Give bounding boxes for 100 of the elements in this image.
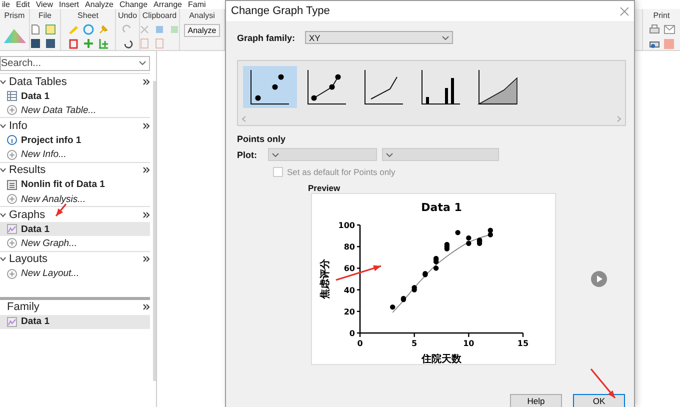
section-header[interactable]: Results [9, 164, 140, 176]
data-point [390, 304, 396, 310]
section-header[interactable]: Info [9, 120, 140, 132]
menu-item[interactable]: Edit [16, 0, 30, 9]
results-sheet-icon [7, 180, 17, 190]
ribbon-group-label: Sheet [78, 11, 98, 21]
x-tick-label: 0 [357, 339, 363, 348]
prism-logo-icon[interactable] [4, 27, 26, 43]
navigator-item[interactable]: Data 1 [0, 314, 150, 329]
checkbox-label: Set as default for Points only [287, 167, 396, 177]
menu-item[interactable]: Insert [59, 0, 80, 9]
menu-item[interactable]: View [36, 0, 54, 9]
plus-circle-icon [7, 150, 17, 160]
navigator-item[interactable]: New Analysis... [0, 192, 150, 206]
chevron-icon[interactable] [0, 122, 6, 129]
plus-circle-icon [7, 105, 17, 116]
menu-item[interactable]: Analyze [85, 0, 114, 9]
caret-icon [272, 152, 279, 156]
dialog-title: Change Graph Type [231, 5, 330, 17]
scroll-right-icon[interactable] [617, 116, 621, 122]
section-header[interactable]: Layouts [9, 253, 140, 265]
scatter-plot-icon [249, 68, 291, 106]
chevron-icon[interactable] [0, 167, 6, 174]
section-header[interactable]: Data Tables [9, 76, 140, 88]
plus-circle-icon [7, 238, 17, 248]
ribbon-group-label: Clipboard [142, 11, 177, 21]
analyze-button[interactable]: Analyze [184, 24, 220, 37]
new-file-icon[interactable] [30, 24, 41, 35]
mail-icon[interactable] [664, 25, 674, 34]
dialog-button[interactable]: Help [510, 394, 562, 407]
navigator-item[interactable]: New Info... [0, 148, 150, 162]
section-header[interactable]: Graphs [9, 208, 140, 221]
preview-label: Preview [308, 183, 342, 193]
menu-item[interactable]: Fami [188, 0, 206, 9]
annotation-arrow [336, 265, 382, 281]
area-chart-icon [477, 68, 519, 106]
annotation-arrow [55, 203, 67, 217]
x-tick-label: 10 [463, 339, 474, 348]
section-header[interactable]: Family [7, 301, 140, 314]
add-column-icon[interactable] [98, 38, 108, 49]
pin-icon[interactable] [98, 24, 108, 35]
line-with-points-icon [306, 68, 348, 106]
play-icon[interactable] [591, 271, 607, 287]
menu-item[interactable]: Arrange [154, 0, 182, 9]
double-chevron-icon[interactable] [143, 304, 150, 310]
scroll-left-icon[interactable] [242, 116, 246, 122]
field-label: Plot: [237, 150, 258, 160]
y-tick-label: 20 [344, 307, 355, 316]
y-tick-label: 80 [344, 242, 355, 252]
navigator-item[interactable]: Project info 1 [0, 133, 150, 148]
trash-icon[interactable] [68, 38, 78, 49]
ribbon-group-label: Prism [4, 11, 25, 21]
subtype-title: Points only [237, 134, 286, 144]
x-tick-label: 5 [412, 339, 418, 348]
chart-title: Data 1 [421, 201, 462, 214]
plus-circle-icon [7, 268, 17, 279]
scrollbar[interactable] [153, 81, 156, 381]
navigator-item[interactable]: New Layout... [0, 266, 150, 281]
y-tick-label: 60 [344, 264, 355, 274]
ribbon-group-label: Undo [118, 11, 138, 21]
navigator-item[interactable]: New Data Table... [0, 103, 150, 118]
ribbon-group-label: Print [653, 11, 670, 21]
graph-family-dropdown[interactable]: XY [305, 31, 454, 44]
menu-item[interactable]: ile [2, 0, 10, 9]
chevron-icon[interactable] [0, 212, 6, 218]
y-tick-label: 0 [349, 329, 355, 338]
search-field[interactable]: Search... [0, 56, 150, 71]
dialog-button[interactable]: OK [573, 394, 625, 407]
ribbon-group-label: Analysi [189, 11, 215, 21]
chevron-icon[interactable] [0, 78, 6, 84]
caret-icon [139, 61, 146, 65]
x-tick-label: 15 [517, 339, 529, 348]
undo-icon[interactable] [122, 38, 133, 49]
caret-icon [442, 36, 450, 40]
double-chevron-icon[interactable] [143, 256, 150, 262]
navigator-item[interactable]: Data 1 [0, 89, 150, 104]
graph-type-option[interactable] [243, 66, 297, 108]
menu-item[interactable]: Change [120, 0, 148, 9]
y-tick-label: 40 [344, 286, 355, 295]
y-tick-label: 100 [338, 221, 355, 230]
annotation-arrow [590, 368, 616, 399]
double-chevron-icon[interactable] [143, 167, 150, 174]
graph-icon [7, 224, 17, 234]
plus-icon[interactable] [82, 38, 94, 49]
table-icon [7, 91, 17, 102]
info-icon [7, 135, 17, 146]
double-chevron-icon[interactable] [143, 78, 150, 84]
navigator-item[interactable]: New Graph... [0, 236, 150, 250]
bar-chart-icon [420, 68, 462, 106]
double-chevron-icon[interactable] [143, 212, 150, 218]
field-label: Graph family: [237, 32, 296, 42]
graph-icon [7, 316, 17, 327]
navigator-item[interactable]: Nonlin fit of Data 1 [0, 178, 150, 192]
navigator-item[interactable]: Data 1 [0, 222, 150, 236]
x-axis-label: 住院天数 [422, 354, 462, 364]
chevron-icon[interactable] [0, 256, 6, 262]
close-icon[interactable] [620, 6, 629, 16]
plus-circle-icon [7, 194, 17, 204]
double-chevron-icon[interactable] [143, 122, 150, 129]
y-axis-label: 焦虑评分 [320, 259, 331, 299]
